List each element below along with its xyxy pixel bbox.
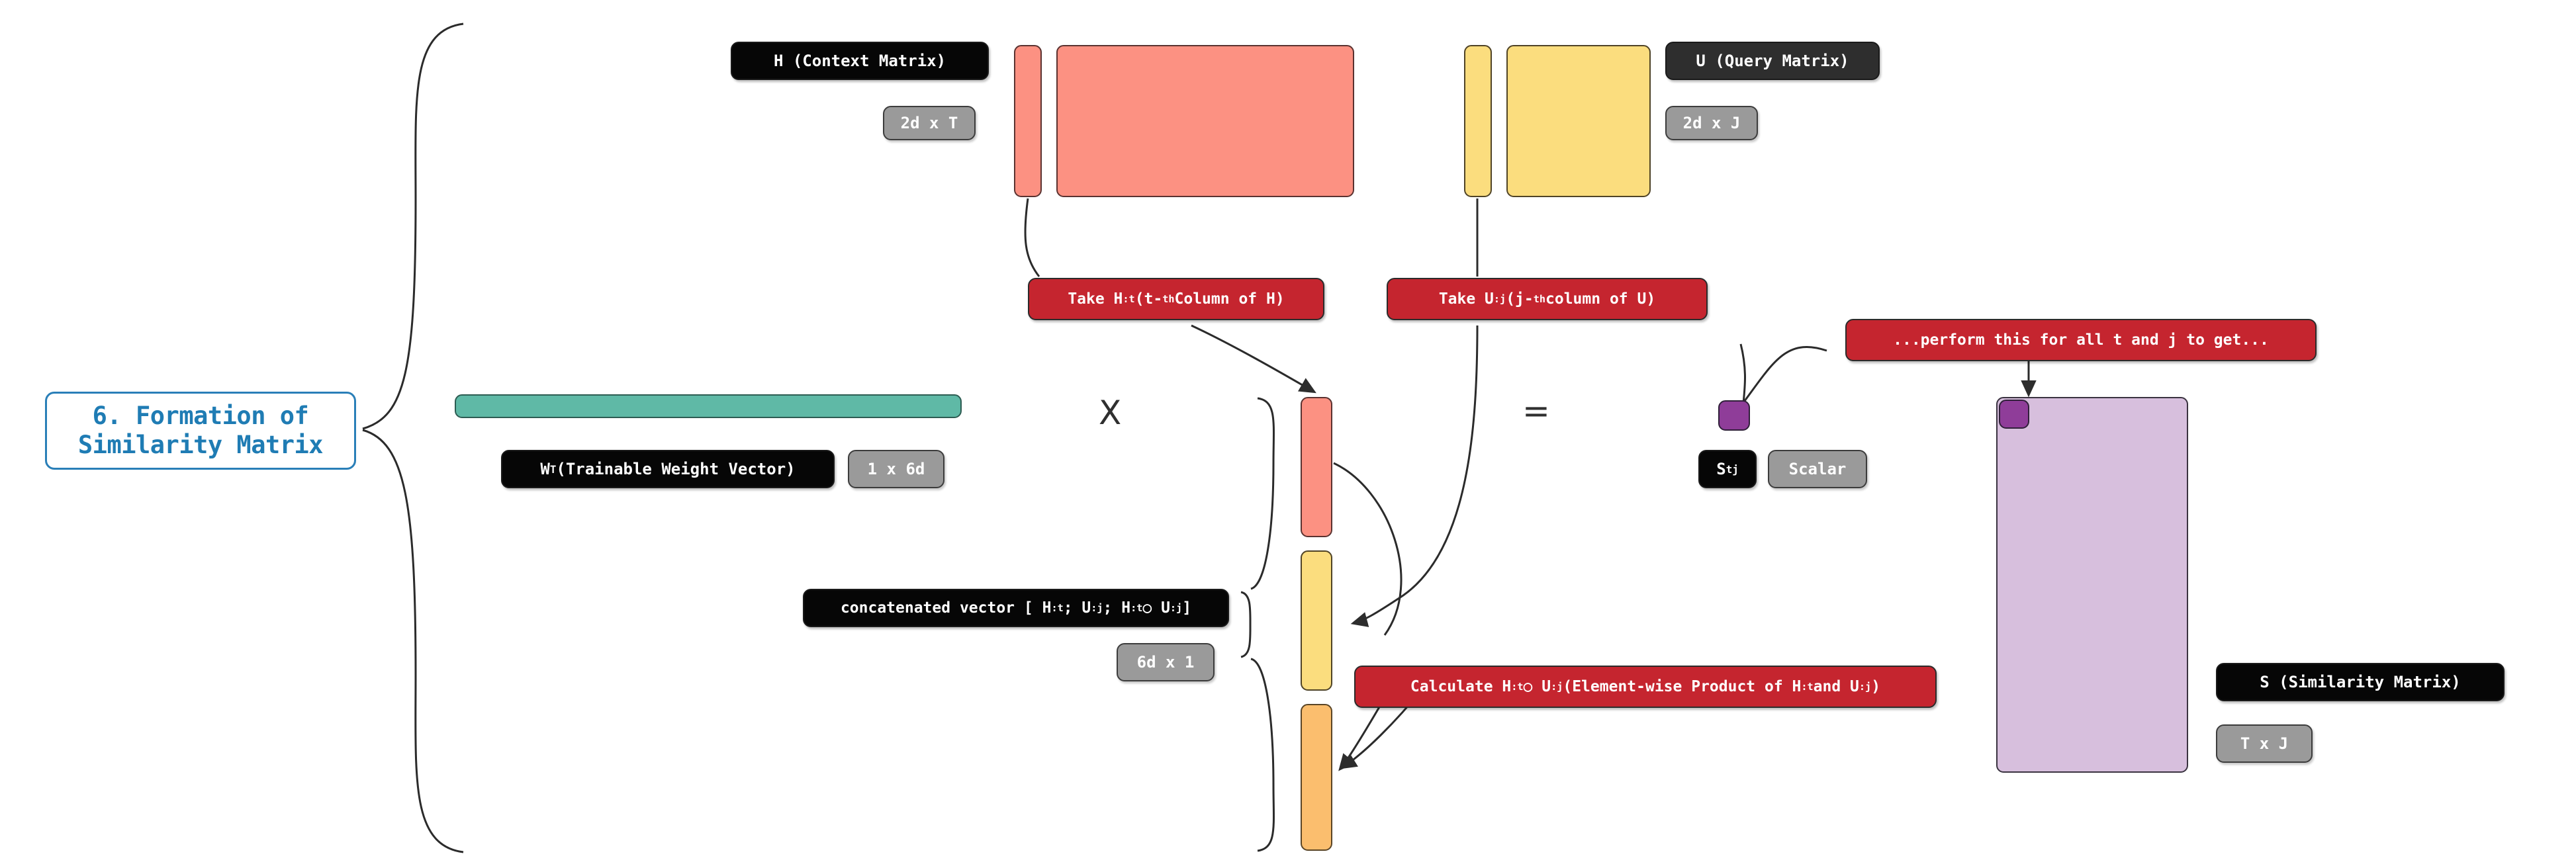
take-u-subscript: :j [1493, 293, 1506, 305]
take-u-suffix: column of U) [1545, 290, 1656, 308]
similarity-matrix-cell-tj[interactable] [1999, 400, 2029, 429]
ew-sub-3: :t [1801, 681, 1814, 693]
take-u-mid: (j- [1506, 290, 1534, 308]
concat-sub-2: :j [1091, 602, 1103, 614]
weight-vector-shape-badge: 1 x 6d [848, 450, 944, 488]
take-h-mid: (t- [1134, 290, 1163, 308]
scalar-shape-badge: Scalar [1768, 450, 1867, 488]
take-h-subscript: :t [1123, 293, 1135, 305]
take-h-suffix: Column of H) [1174, 290, 1285, 308]
take-h-column-annotation: Take H:t (t-th Column of H) [1028, 278, 1324, 320]
ew-sub-4: :j [1859, 681, 1872, 693]
scalar-symbol: S [1716, 460, 1726, 478]
query-matrix-body[interactable] [1506, 45, 1651, 197]
concat-part-1: concatenated vector [ H [840, 599, 1052, 617]
concat-vector-segment-product[interactable] [1301, 704, 1332, 851]
equals-operator: = [1522, 392, 1550, 430]
take-u-superscript: th [1533, 293, 1546, 305]
ew-part-4: and U [1813, 678, 1859, 695]
scalar-subscript: tj [1725, 462, 1739, 476]
weight-vector-symbol: W [540, 460, 550, 478]
weight-vector-name-rest: (Trainable Weight Vector) [556, 460, 796, 478]
take-h-superscript: th [1162, 293, 1175, 305]
concat-part-5: ] [1182, 599, 1192, 617]
elementwise-product-annotation: Calculate H:t ○ U:j (Element-wise Produc… [1354, 666, 1937, 708]
query-matrix-column[interactable] [1464, 45, 1492, 197]
concat-vector-segment-h[interactable] [1301, 397, 1332, 537]
context-matrix-column[interactable] [1014, 45, 1042, 197]
concat-part-2: ; U [1063, 599, 1091, 617]
concat-part-3: ; H [1103, 599, 1131, 617]
take-u-column-annotation: Take U:j (j-th column of U) [1387, 278, 1708, 320]
weight-vector-bar[interactable] [455, 394, 962, 418]
ew-part-2: ○ U [1523, 678, 1551, 695]
context-matrix-label: H (Context Matrix) [731, 42, 989, 80]
concat-vector-segment-u[interactable] [1301, 550, 1332, 691]
ew-part-5: ) [1871, 678, 1881, 695]
weight-vector-subscript: T [549, 462, 557, 476]
context-matrix-shape-badge: 2d x T [883, 106, 976, 140]
ew-part-1: Calculate H [1410, 678, 1512, 695]
section-title-box: 6. Formation of Similarity Matrix [45, 392, 356, 470]
ew-sub-1: :t [1511, 681, 1524, 693]
scalar-label: Stj [1698, 450, 1757, 488]
diagram-canvas: 6. Formation of Similarity Matrix H (Con… [0, 0, 2576, 866]
concat-sub-1: :t [1051, 602, 1064, 614]
scalar-cell[interactable] [1718, 400, 1750, 431]
concat-vector-label: concatenated vector [ H:t ; U:j ; H:t ○ … [803, 589, 1229, 627]
concat-vector-shape-badge: 6d x 1 [1117, 643, 1215, 681]
take-u-prefix: Take U [1438, 290, 1494, 308]
weight-vector-label: WT (Trainable Weight Vector) [501, 450, 835, 488]
query-matrix-label: U (Query Matrix) [1665, 42, 1880, 80]
query-matrix-shape-badge: 2d x J [1665, 106, 1758, 140]
multiply-operator: X [1099, 394, 1122, 432]
similarity-matrix-body[interactable] [1996, 397, 2188, 773]
context-matrix-body[interactable] [1056, 45, 1354, 197]
take-h-prefix: Take H [1068, 290, 1123, 308]
similarity-matrix-label: S (Similarity Matrix) [2216, 663, 2505, 701]
similarity-matrix-shape-badge: T x J [2216, 724, 2313, 763]
section-title-text: 6. Formation of Similarity Matrix [77, 402, 324, 459]
ew-part-3: (Element-wise Product of H [1563, 678, 1802, 695]
ew-sub-2: :j [1551, 681, 1563, 693]
concat-sub-3: :t [1130, 602, 1143, 614]
concat-sub-4: :j [1170, 602, 1183, 614]
concat-part-4: ○ U [1142, 599, 1170, 617]
repeat-for-all-annotation: ...perform this for all t and j to get..… [1845, 319, 2317, 361]
